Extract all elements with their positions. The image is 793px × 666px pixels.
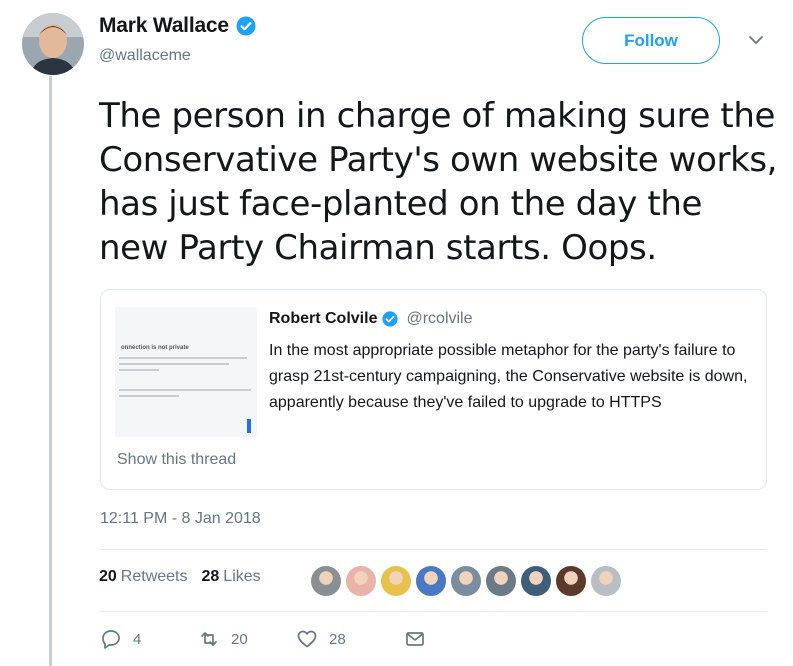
retweets-count: 20 (99, 568, 117, 585)
tweet-actions: 4 20 28 (100, 628, 426, 650)
thumbnail-line (119, 357, 247, 359)
retweet-action[interactable]: 20 (198, 628, 296, 650)
quoted-author-name[interactable]: Robert Colvile (269, 310, 377, 328)
heart-icon (297, 630, 317, 648)
show-thread-link[interactable]: Show this thread (117, 451, 236, 469)
retweet-icon (201, 632, 217, 646)
retweet-count: 20 (231, 630, 248, 648)
thumbnail-accent-bar (247, 419, 251, 433)
chevron-down-icon[interactable] (748, 34, 764, 46)
liker-avatar[interactable] (520, 565, 552, 597)
liker-avatar[interactable] (555, 565, 587, 597)
author-name[interactable]: Mark Wallace (99, 14, 229, 38)
reply-count: 4 (133, 630, 142, 648)
tweet-header: Mark Wallace @wallaceme (99, 14, 256, 65)
likes-label: Likes (223, 568, 261, 585)
thumbnail-heading: onnection is not private (121, 345, 189, 351)
thumbnail-line (119, 363, 229, 365)
liker-avatar[interactable] (590, 565, 622, 597)
liker-avatar[interactable] (485, 565, 517, 597)
avatar[interactable] (22, 13, 84, 75)
liker-avatar[interactable] (345, 565, 377, 597)
quoted-tweet-thumbnail[interactable]: onnection is not private (115, 307, 257, 437)
reply-icon (102, 630, 120, 649)
liker-avatar[interactable] (380, 565, 412, 597)
tweet-text: The person in charge of making sure the … (99, 96, 778, 268)
tweet-timestamp[interactable]: 12:11 PM - 8 Jan 2018 (100, 510, 261, 528)
retweets-label: Retweets (120, 568, 188, 585)
likes-stat[interactable]: 28 Likes (202, 568, 261, 586)
quoted-tweet-text: In the most appropriate possible metapho… (269, 342, 748, 411)
reply-action[interactable]: 4 (100, 628, 198, 650)
liker-avatar[interactable] (415, 565, 447, 597)
direct-message-action[interactable] (404, 628, 426, 650)
thumbnail-line (119, 369, 159, 371)
thread-line (49, 76, 52, 666)
like-count: 28 (329, 630, 346, 648)
envelope-icon (406, 632, 424, 646)
thumbnail-line (119, 389, 251, 391)
tweet-stats: 20 Retweets 28 Likes (99, 568, 261, 586)
liker-avatar[interactable] (310, 565, 342, 597)
quoted-author-handle[interactable]: @rcolvile (406, 310, 472, 328)
divider (99, 549, 767, 550)
likes-count: 28 (201, 568, 220, 585)
liker-avatar[interactable] (450, 565, 482, 597)
author-handle[interactable]: @wallaceme (99, 47, 256, 65)
verified-badge-icon (382, 311, 399, 327)
follow-button[interactable]: Follow (582, 17, 720, 64)
divider (99, 611, 767, 612)
quoted-tweet[interactable]: onnection is not private Robert Colvile … (100, 289, 767, 490)
thumbnail-line (119, 395, 179, 397)
verified-badge-icon (236, 16, 256, 36)
likers-avatars (310, 564, 625, 598)
retweets-stat[interactable]: 20 Retweets (99, 568, 188, 586)
like-action[interactable]: 28 (296, 628, 404, 650)
